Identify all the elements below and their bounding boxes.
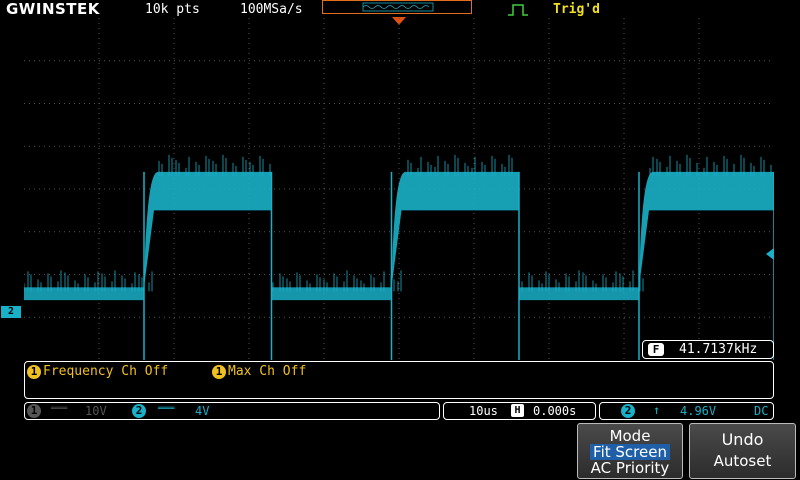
channel-2-scale: 4V xyxy=(195,404,210,418)
frequency-value: 41.7137kHz xyxy=(679,342,758,357)
memory-window-icon xyxy=(362,2,434,12)
waveform-display[interactable] xyxy=(24,18,774,360)
measurement-text: Max Ch Off xyxy=(228,364,307,379)
record-length: 10k pts xyxy=(145,2,200,17)
trace-high-segment xyxy=(391,171,519,288)
trigger-source-icon: 2 xyxy=(621,404,635,418)
brand-logo: GWINSTEK xyxy=(6,0,100,18)
trace-low-segment xyxy=(271,287,392,301)
undo-autoset-softkey[interactable]: Undo Autoset xyxy=(689,423,796,479)
memory-overview-bar[interactable] xyxy=(322,0,472,14)
channel-1-coupling-icon: ═══ xyxy=(51,404,68,414)
measurement-item: 1 Frequency Ch Off xyxy=(27,364,168,379)
measurement-index-icon: 1 xyxy=(212,365,226,379)
channel-2-coupling-icon: ═══ xyxy=(158,404,175,414)
channel-1-scale: 10V xyxy=(85,404,107,418)
measurement-text: Frequency Ch Off xyxy=(43,364,169,379)
trigger-level: 4.96V xyxy=(680,404,717,418)
timebase-scale: 10us xyxy=(469,404,498,418)
trace-low-segment xyxy=(24,287,144,301)
undo-subtitle: Autoset xyxy=(713,452,772,470)
trigger-level-marker[interactable] xyxy=(765,245,775,264)
trigger-coupling: DC xyxy=(754,404,769,418)
trigger-slope-icon: ↑ xyxy=(653,403,661,417)
channel-status-panel: 1 ═══ 10V 2 ═══ 4V xyxy=(24,402,440,420)
frequency-badge: F xyxy=(648,343,664,356)
mode-title: Mode xyxy=(609,427,651,445)
channel-2-icon[interactable]: 2 xyxy=(132,404,146,418)
channel-1-icon[interactable]: 1 xyxy=(27,404,41,418)
measurement-item: 1 Max Ch Off xyxy=(212,364,306,379)
trigger-status: Trig'd xyxy=(553,2,600,17)
channel-2-ground-marker[interactable]: 2 xyxy=(1,306,21,318)
mode-option-ac-priority[interactable]: AC Priority xyxy=(578,460,682,476)
timebase-panel[interactable]: 10us H 0.000s xyxy=(443,402,596,420)
measurement-index-icon: 1 xyxy=(27,365,41,379)
mode-option-fit-screen[interactable]: Fit Screen xyxy=(590,444,670,460)
frequency-readout: F 41.7137kHz xyxy=(642,340,774,359)
trace-high-segment xyxy=(144,171,272,288)
measurement-panel: 1 Frequency Ch Off 1 Max Ch Off xyxy=(24,361,774,399)
trigger-panel[interactable]: 2 ↑ 4.96V DC xyxy=(599,402,774,420)
channel-2-trace xyxy=(24,154,774,360)
sample-rate: 100MSa/s xyxy=(240,2,303,17)
mode-softkey[interactable]: Mode Fit Screen AC Priority xyxy=(577,423,683,479)
horizontal-position-icon: H xyxy=(511,404,524,417)
undo-title: Undo xyxy=(721,430,764,449)
trace-high-segment xyxy=(639,171,774,288)
horizontal-position: 0.000s xyxy=(533,404,577,418)
